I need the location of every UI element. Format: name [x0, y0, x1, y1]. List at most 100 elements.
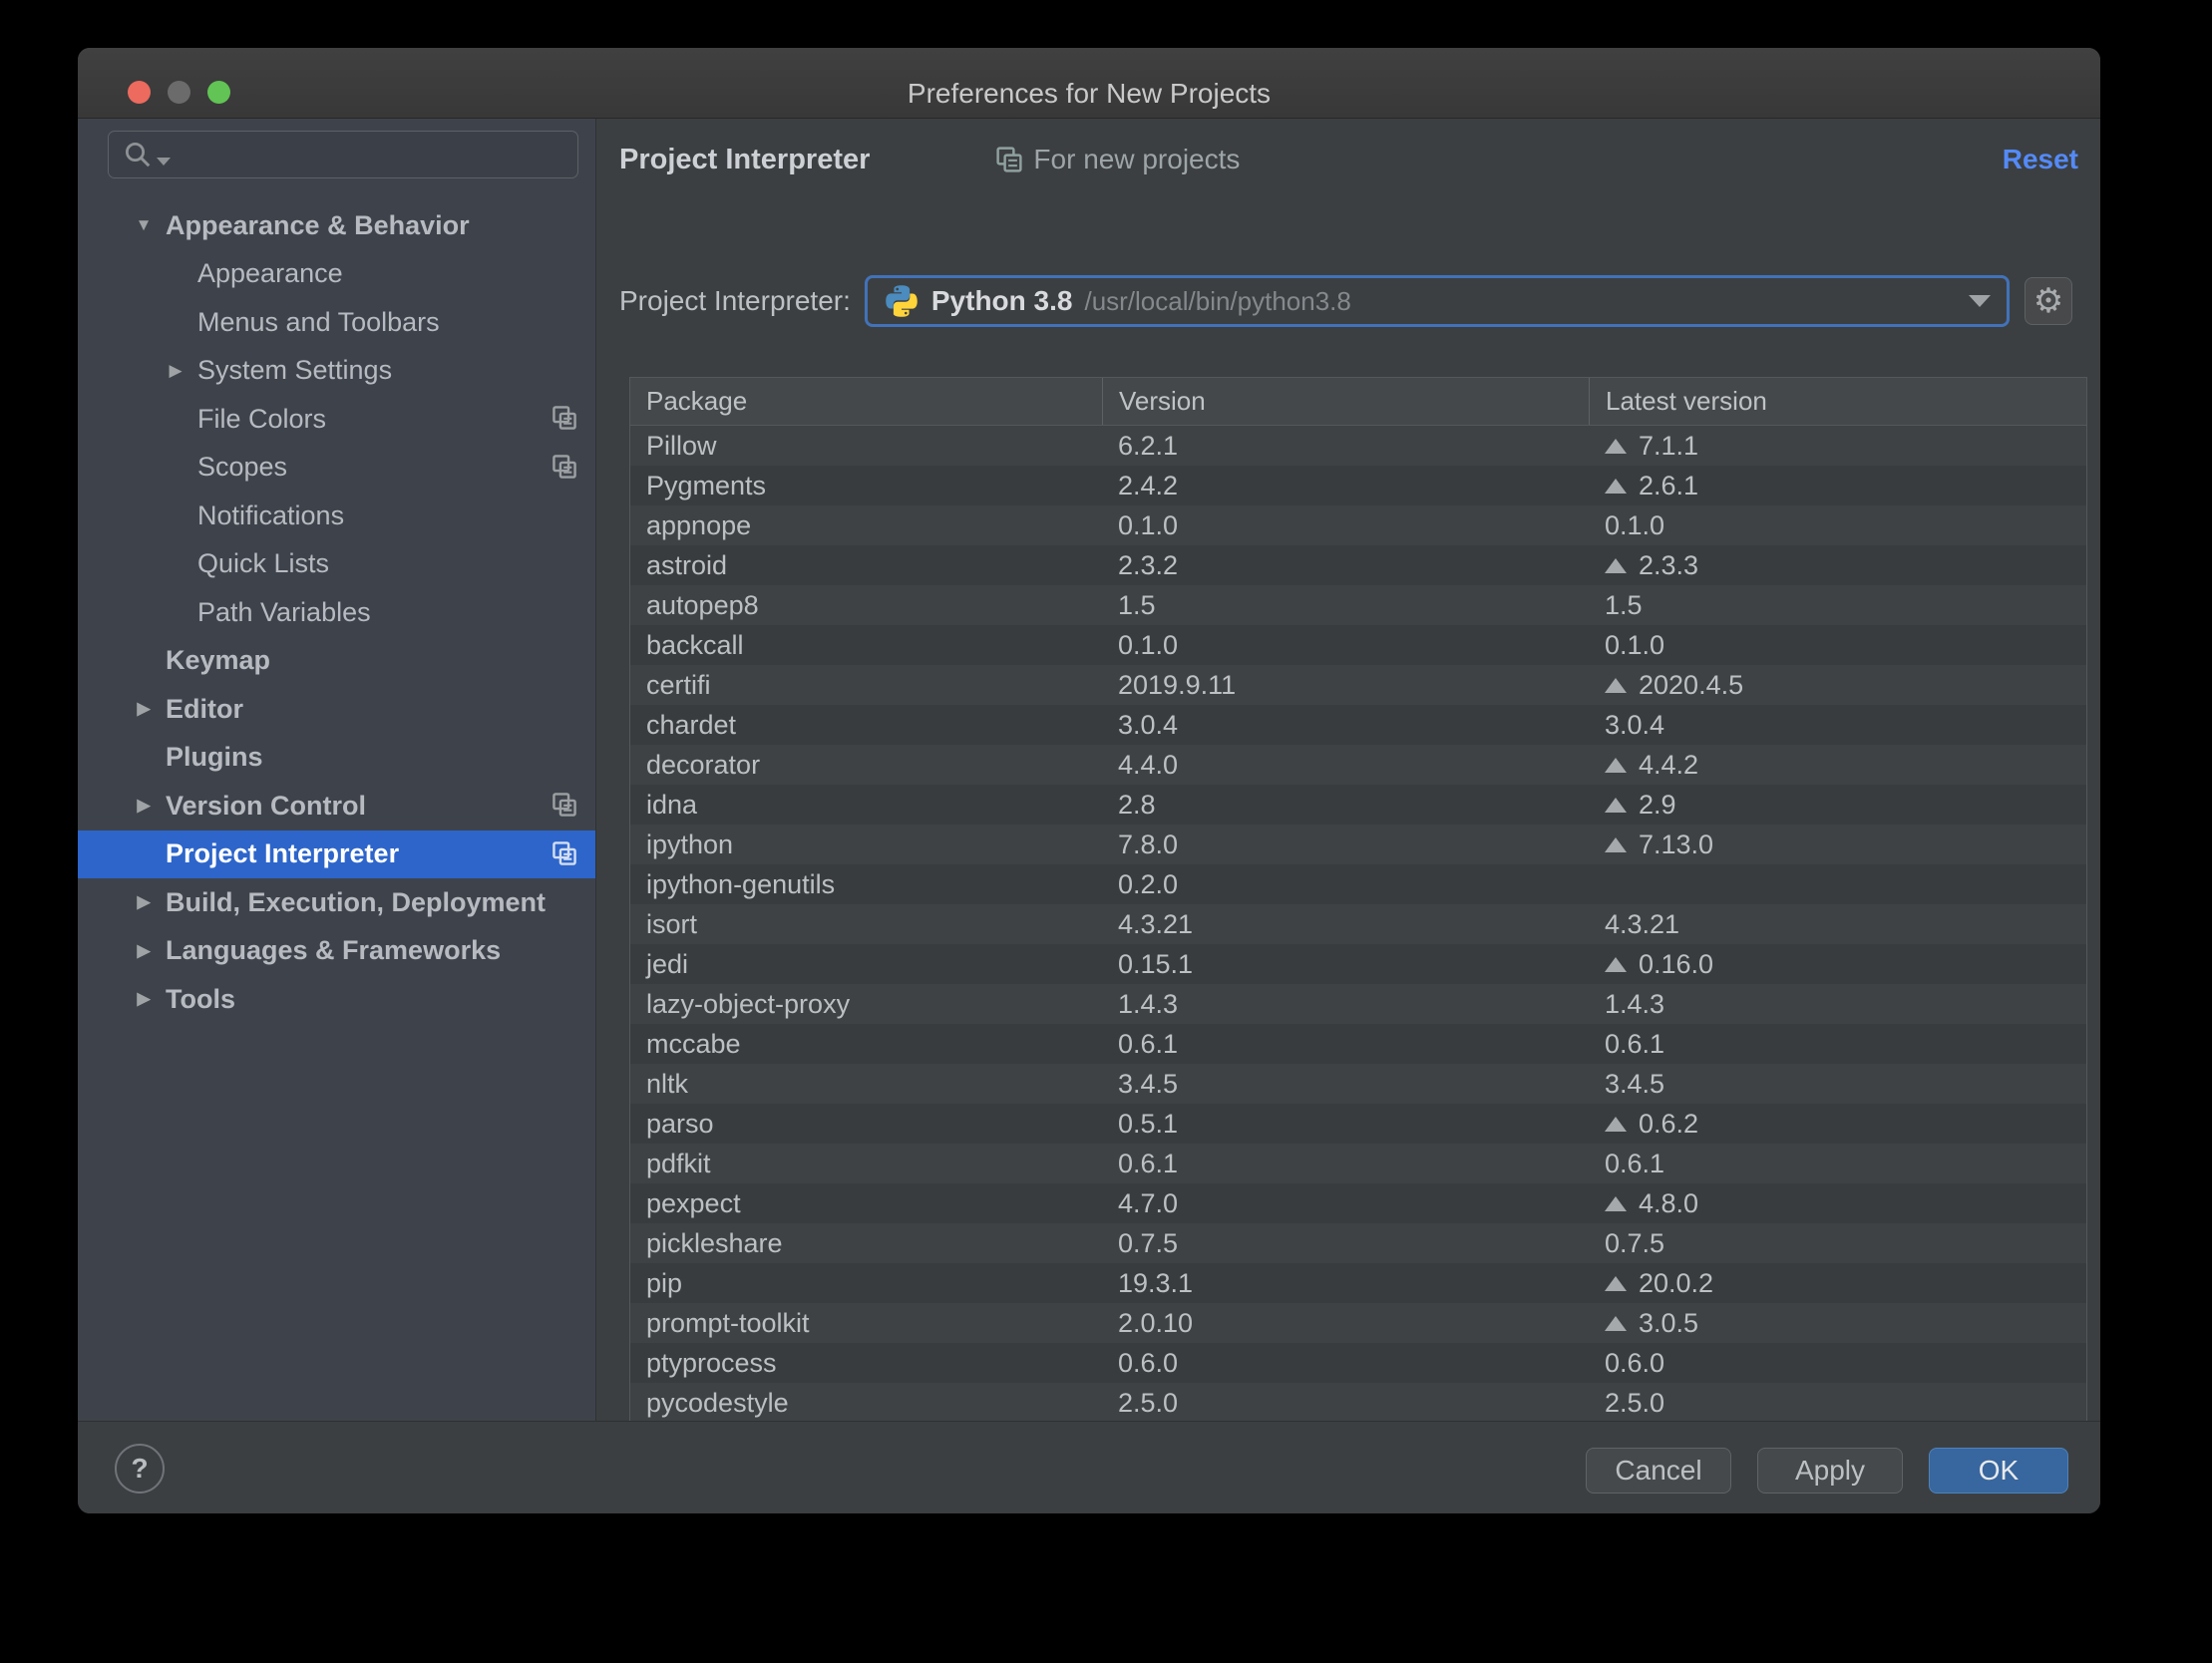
sidebar-item-label: System Settings [197, 355, 393, 386]
search-input[interactable] [108, 131, 578, 178]
package-row-pdfkit[interactable]: pdfkit 0.6.1 0.6.1 [630, 1144, 2086, 1183]
column-header-version[interactable]: Version [1102, 378, 1589, 425]
sidebar-item-label: Scopes [197, 452, 288, 483]
sidebar-item-label: Appearance & Behavior [166, 209, 470, 240]
package-row-nltk[interactable]: nltk 3.4.5 3.4.5 [630, 1064, 2086, 1104]
apply-button[interactable]: Apply [1757, 1448, 1903, 1494]
package-row-astroid[interactable]: astroid 2.3.2 2.3.3 [630, 545, 2086, 585]
sidebar-item-appearance[interactable]: Appearance [78, 250, 595, 299]
sidebar-item-project-interpreter[interactable]: Project Interpreter [78, 830, 595, 878]
interpreter-select[interactable]: Python 3.8 /usr/local/bin/python3.8 [864, 275, 2010, 327]
upgrade-available-icon [1605, 557, 1627, 573]
package-latest-version: 1.5 [1605, 589, 1643, 620]
sidebar-item-label: Path Variables [197, 596, 371, 627]
package-name: pdfkit [646, 1148, 711, 1178]
sidebar-item-scopes[interactable]: Scopes [78, 444, 595, 493]
sidebar-item-languages-frameworks[interactable]: ▶ Languages & Frameworks [78, 927, 595, 976]
help-button[interactable]: ? [115, 1444, 165, 1494]
interpreter-settings-button[interactable]: ⚙ [2025, 277, 2072, 325]
package-row-pickleshare[interactable]: pickleshare 0.7.5 0.7.5 [630, 1223, 2086, 1263]
package-row-pip[interactable]: pip 19.3.1 20.0.2 [630, 1263, 2086, 1303]
package-row-decorator[interactable]: decorator 4.4.0 4.4.2 [630, 745, 2086, 785]
package-row-autopep8[interactable]: autopep8 1.5 1.5 [630, 585, 2086, 625]
package-latest-version: 7.1.1 [1589, 426, 2086, 466]
sidebar-item-editor[interactable]: ▶ Editor [78, 685, 595, 734]
package-row-lazy-object-proxy[interactable]: lazy-object-proxy 1.4.3 1.4.3 [630, 984, 2086, 1024]
sidebar-item-build-execution-deployment[interactable]: ▶ Build, Execution, Deployment [78, 878, 595, 927]
python-logo-icon [886, 285, 918, 317]
shared-settings-icon [553, 454, 576, 479]
package-table-header: Package Version Latest version [630, 378, 2086, 426]
package-name: prompt-toolkit [646, 1307, 810, 1338]
chevron-right-icon[interactable]: ▶ [122, 941, 166, 961]
for-new-projects-icon [996, 147, 1023, 172]
dropdown-caret-icon[interactable] [1969, 295, 1991, 307]
sidebar-item-label: Menus and Toolbars [197, 306, 440, 337]
package-row-pillow[interactable]: Pillow 6.2.1 7.1.1 [630, 426, 2086, 466]
reset-link[interactable]: Reset [2003, 144, 2078, 175]
package-version: 6.2.1 [1118, 430, 1179, 461]
package-latest-version: 7.13.0 [1589, 825, 2086, 864]
sidebar-item-tools[interactable]: ▶ Tools [78, 975, 595, 1024]
chevron-right-icon[interactable]: ▶ [122, 892, 166, 912]
package-row-certifi[interactable]: certifi 2019.9.11 2020.4.5 [630, 665, 2086, 705]
package-latest-version: 0.16.0 [1589, 944, 2086, 984]
upgrade-available-icon [1605, 1116, 1627, 1132]
sidebar-item-label: Notifications [197, 499, 345, 530]
package-latest-version: 3.4.5 [1605, 1068, 1665, 1099]
sidebar-item-label: Appearance [197, 258, 343, 289]
sidebar-item-file-colors[interactable]: File Colors [78, 395, 595, 444]
package-name: parso [646, 1108, 714, 1139]
sidebar-item-keymap[interactable]: Keymap [78, 637, 595, 686]
scope-indicator: For new projects [995, 144, 1240, 175]
package-row-ptyprocess[interactable]: ptyprocess 0.6.0 0.6.0 [630, 1343, 2086, 1383]
package-row-jedi[interactable]: jedi 0.15.1 0.16.0 [630, 944, 2086, 984]
package-row-ipython[interactable]: ipython 7.8.0 7.13.0 [630, 825, 2086, 864]
package-row-idna[interactable]: idna 2.8 2.9 [630, 785, 2086, 825]
sidebar-item-notifications[interactable]: Notifications [78, 492, 595, 540]
cancel-button[interactable]: Cancel [1586, 1448, 1731, 1494]
package-row-chardet[interactable]: chardet 3.0.4 3.0.4 [630, 705, 2086, 745]
column-header-package[interactable]: Package [630, 378, 1102, 425]
upgrade-available-icon [1605, 478, 1627, 494]
screen: Preferences for New Projects ▼ Appearance… [0, 0, 2212, 1663]
package-version: 7.8.0 [1118, 829, 1179, 859]
package-version: 3.0.4 [1118, 709, 1179, 740]
package-row-isort[interactable]: isort 4.3.21 4.3.21 [630, 904, 2086, 944]
ok-button[interactable]: OK [1929, 1448, 2068, 1494]
package-row-prompt-toolkit[interactable]: prompt-toolkit 2.0.10 3.0.5 [630, 1303, 2086, 1343]
package-name: appnope [646, 509, 752, 540]
package-latest-version: 0.6.2 [1589, 1104, 2086, 1144]
sidebar-item-menus-and-toolbars[interactable]: Menus and Toolbars [78, 298, 595, 347]
package-name: astroid [646, 549, 728, 580]
chevron-right-icon[interactable]: ▶ [122, 796, 166, 816]
column-header-latest-version[interactable]: Latest version [1589, 378, 2086, 425]
chevron-down-icon[interactable]: ▼ [122, 215, 166, 235]
package-latest-version: 0.7.5 [1605, 1227, 1665, 1258]
sidebar-item-version-control[interactable]: ▶ Version Control [78, 782, 595, 831]
package-row-pexpect[interactable]: pexpect 4.7.0 4.8.0 [630, 1183, 2086, 1223]
sidebar-item-label: Keymap [166, 645, 271, 676]
package-row-mccabe[interactable]: mccabe 0.6.1 0.6.1 [630, 1024, 2086, 1064]
sidebar-item-path-variables[interactable]: Path Variables [78, 588, 595, 637]
package-row-appnope[interactable]: appnope 0.1.0 0.1.0 [630, 505, 2086, 545]
package-latest-version: 20.0.2 [1589, 1263, 2086, 1303]
sidebar-item-appearance-behavior[interactable]: ▼ Appearance & Behavior [78, 201, 595, 250]
upgrade-available-icon [1605, 1195, 1627, 1211]
package-row-pygments[interactable]: Pygments 2.4.2 2.6.1 [630, 466, 2086, 505]
package-row-parso[interactable]: parso 0.5.1 0.6.2 [630, 1104, 2086, 1144]
chevron-right-icon[interactable]: ▶ [122, 699, 166, 719]
search-options-caret-icon[interactable] [157, 158, 171, 166]
package-version: 0.1.0 [1118, 509, 1179, 540]
sidebar-item-quick-lists[interactable]: Quick Lists [78, 540, 595, 589]
package-row-pycodestyle[interactable]: pycodestyle 2.5.0 2.5.0 [630, 1383, 2086, 1423]
sidebar-item-plugins[interactable]: Plugins [78, 734, 595, 783]
chevron-right-icon[interactable]: ▶ [122, 989, 166, 1009]
preferences-window: Preferences for New Projects ▼ Appearance… [78, 48, 2100, 1513]
package-row-backcall[interactable]: backcall 0.1.0 0.1.0 [630, 625, 2086, 665]
footer-buttons: Cancel Apply OK [1586, 1448, 2068, 1494]
package-latest-version: 3.0.5 [1589, 1303, 2086, 1343]
chevron-right-icon[interactable]: ▶ [154, 361, 197, 381]
package-row-ipython-genutils[interactable]: ipython-genutils 0.2.0 [630, 864, 2086, 904]
sidebar-item-system-settings[interactable]: ▶ System Settings [78, 347, 595, 396]
